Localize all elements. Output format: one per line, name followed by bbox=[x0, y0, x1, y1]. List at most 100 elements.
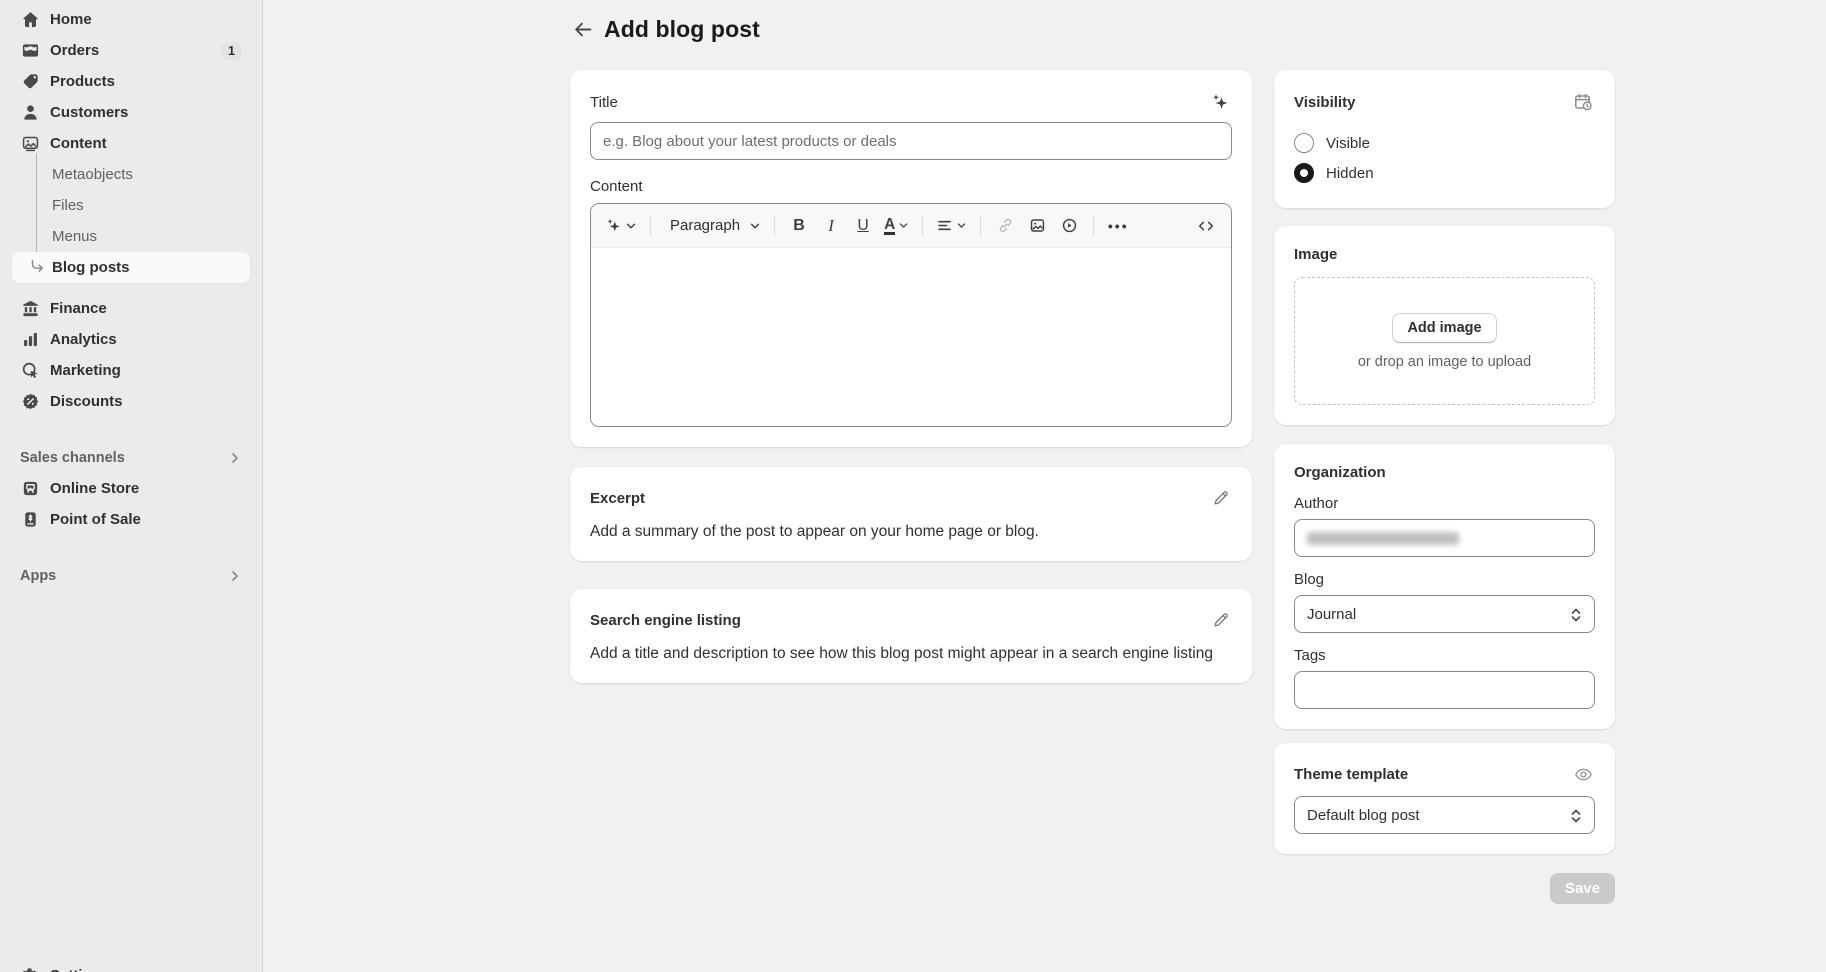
toolbar-divider bbox=[980, 215, 981, 237]
preview-template-button[interactable] bbox=[1572, 763, 1595, 786]
sidebar-item-label: Marketing bbox=[50, 362, 121, 379]
sidebar-item-settings[interactable]: Settings bbox=[12, 960, 251, 972]
text-color-glyph: A bbox=[884, 217, 895, 235]
editor-toolbar: Paragraph B I U A bbox=[591, 204, 1231, 248]
blog-select[interactable]: Journal bbox=[1294, 595, 1595, 633]
ellipsis-glyph: ••• bbox=[1108, 218, 1129, 234]
add-image-button[interactable]: Add image bbox=[1392, 313, 1496, 343]
sidebar-item-content[interactable]: Content bbox=[12, 128, 250, 159]
sales-channels-header[interactable]: Sales channels bbox=[12, 443, 250, 473]
section-label: Apps bbox=[20, 568, 56, 584]
drop-hint: or drop an image to upload bbox=[1358, 354, 1531, 370]
code-icon bbox=[1197, 217, 1215, 235]
apps-header[interactable]: Apps bbox=[12, 561, 250, 591]
back-button[interactable] bbox=[565, 11, 601, 47]
arrow-left-icon bbox=[573, 19, 594, 40]
orders-icon bbox=[20, 41, 40, 61]
show-html-button[interactable] bbox=[1191, 210, 1221, 242]
tags-field-group: Tags bbox=[1294, 647, 1595, 709]
theme-template-select[interactable]: Default blog post bbox=[1294, 796, 1595, 834]
page-actions: Save bbox=[1274, 873, 1615, 904]
sidebar-item-menus[interactable]: Menus bbox=[12, 221, 250, 252]
sidebar-item-label: Analytics bbox=[50, 331, 117, 348]
organization-card: Organization Author Blog Journal bbox=[1274, 444, 1615, 729]
edit-seo-button[interactable] bbox=[1210, 609, 1232, 631]
text-color-button[interactable]: A bbox=[880, 210, 913, 242]
gear-icon bbox=[20, 966, 40, 972]
sidebar-item-home[interactable]: Home bbox=[12, 4, 250, 35]
chevron-down-icon bbox=[898, 220, 909, 231]
sidebar-item-label: Orders bbox=[50, 42, 99, 59]
toolbar-divider bbox=[922, 215, 923, 237]
more-options-button[interactable]: ••• bbox=[1103, 210, 1133, 242]
ai-assistant-button[interactable] bbox=[601, 210, 641, 242]
sidebar-item-finance[interactable]: Finance bbox=[12, 293, 250, 324]
blog-label: Blog bbox=[1294, 571, 1595, 588]
alignment-dropdown[interactable] bbox=[932, 210, 971, 242]
title-input[interactable] bbox=[590, 122, 1232, 160]
sidebar-item-metaobjects[interactable]: Metaobjects bbox=[12, 159, 250, 190]
content-editor-area[interactable] bbox=[591, 248, 1231, 426]
paragraph-style-dropdown[interactable]: Paragraph bbox=[660, 210, 765, 242]
radio-selected[interactable] bbox=[1294, 163, 1314, 183]
edit-excerpt-button[interactable] bbox=[1210, 487, 1232, 509]
main-content: Add blog post Title Content bbox=[263, 0, 1826, 972]
tag-icon bbox=[20, 72, 40, 92]
sidebar-item-online-store[interactable]: Online Store bbox=[12, 473, 250, 504]
sidebar-item-label: Menus bbox=[52, 228, 97, 245]
visibility-title: Visibility bbox=[1294, 94, 1355, 111]
rich-text-editor: Paragraph B I U A bbox=[590, 203, 1232, 427]
bold-button[interactable]: B bbox=[784, 210, 814, 242]
redacted-author-value bbox=[1307, 532, 1459, 545]
app-root: Home Orders 1 Products Customers C bbox=[0, 0, 1826, 972]
sidebar-item-label: Discounts bbox=[50, 393, 123, 410]
sidebar-item-marketing[interactable]: Marketing bbox=[12, 355, 250, 386]
author-input[interactable] bbox=[1294, 519, 1595, 557]
sidebar-item-discounts[interactable]: Discounts bbox=[12, 386, 250, 417]
underline-button[interactable]: U bbox=[848, 210, 878, 242]
sidebar-item-customers[interactable]: Customers bbox=[12, 97, 250, 128]
chevron-right-icon bbox=[228, 451, 242, 465]
align-left-icon bbox=[936, 217, 953, 234]
save-button[interactable]: Save bbox=[1550, 873, 1615, 904]
pencil-icon bbox=[1212, 489, 1230, 507]
select-chevrons-icon bbox=[1568, 605, 1584, 625]
content-subnav: Metaobjects Files Menus Blog posts bbox=[0, 159, 262, 283]
insert-image-button[interactable] bbox=[1022, 210, 1052, 242]
paragraph-style-label: Paragraph bbox=[664, 217, 746, 234]
tags-input[interactable] bbox=[1294, 671, 1595, 709]
visibility-card: Visibility Visible Hidden bbox=[1274, 70, 1615, 208]
sidebar-item-point-of-sale[interactable]: Point of Sale bbox=[12, 504, 250, 535]
sidebar-item-label: Home bbox=[50, 11, 92, 28]
sidebar-item-blog-posts[interactable]: Blog posts bbox=[12, 252, 250, 283]
sidebar-item-files[interactable]: Files bbox=[12, 190, 250, 221]
image-dropzone[interactable]: Add image or drop an image to upload bbox=[1294, 277, 1595, 405]
calendar-clock-icon bbox=[1573, 92, 1593, 112]
insert-video-button[interactable] bbox=[1054, 210, 1084, 242]
visibility-option-hidden[interactable]: Hidden bbox=[1294, 158, 1595, 188]
sidebar-item-analytics[interactable]: Analytics bbox=[12, 324, 250, 355]
image-icon bbox=[1029, 217, 1046, 234]
schedule-visibility-button[interactable] bbox=[1571, 90, 1595, 114]
sidebar-item-label: Online Store bbox=[50, 480, 139, 497]
select-chevrons-icon bbox=[1568, 806, 1584, 826]
bar-chart-icon bbox=[20, 330, 40, 350]
visibility-option-visible[interactable]: Visible bbox=[1294, 128, 1595, 158]
chevron-right-icon bbox=[228, 569, 242, 583]
insert-link-button[interactable] bbox=[990, 210, 1020, 242]
sidebar-item-products[interactable]: Products bbox=[12, 66, 250, 97]
radio-unselected[interactable] bbox=[1294, 133, 1314, 153]
seo-title: Search engine listing bbox=[590, 612, 741, 629]
sidebar-item-label: Metaobjects bbox=[52, 166, 133, 183]
media-icon bbox=[20, 134, 40, 154]
chevron-down-icon bbox=[749, 220, 761, 232]
theme-template-value: Default blog post bbox=[1307, 807, 1420, 824]
ai-generate-button[interactable] bbox=[1208, 90, 1232, 114]
blog-field-group: Blog Journal bbox=[1294, 571, 1595, 633]
tags-label: Tags bbox=[1294, 647, 1595, 664]
italic-button[interactable]: I bbox=[816, 210, 846, 242]
title-label: Title bbox=[590, 94, 618, 111]
sidebar-item-orders[interactable]: Orders 1 bbox=[12, 35, 250, 66]
target-cursor-icon bbox=[20, 361, 40, 381]
content-label: Content bbox=[590, 178, 1232, 195]
